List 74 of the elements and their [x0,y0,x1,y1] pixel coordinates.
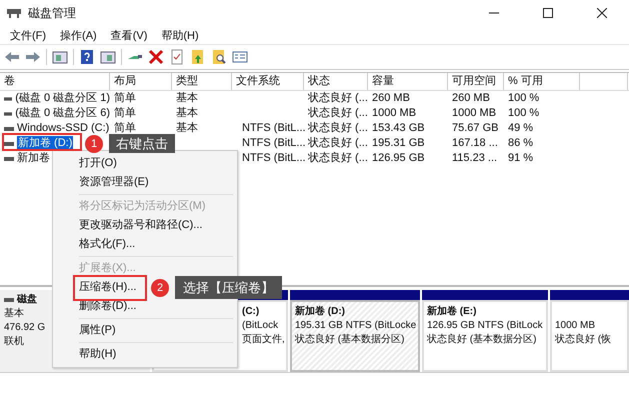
table-cell: 260 MB [452,91,490,106]
menu-item[interactable]: 资源管理器(E) [79,173,149,192]
volume-name[interactable]: (磁盘 0 磁盘分区 6) [15,106,110,121]
menu-item[interactable]: 格式化(F)... [79,235,136,254]
table-cell: 基本 [176,121,198,136]
disk-detail: 476.92 G [4,321,46,335]
table-cell: 简单 [114,91,136,106]
column-header[interactable]: % 可用 [504,73,580,90]
callout-tooltip: 选择【压缩卷】 [175,276,282,299]
partition-block[interactable]: 1000 MB 状态良好 (恢 [550,300,629,372]
table-cell: 简单 [114,106,136,121]
menu-item[interactable]: 文件(F) [6,28,56,42]
menu-item[interactable]: 操作(A) [56,28,107,42]
partition-text: 1000 MB [555,319,596,333]
partition-block[interactable]: 新加卷 (D:) 195.31 GB NTFS (BitLocke 状态良好 (基本数据分区) [290,300,420,372]
column-header[interactable]: 可用空间 [448,73,504,90]
table-cell: 195.31 GB [372,136,425,151]
table-cell: 状态良好 (... [308,121,368,136]
table-cell: 260 MB [372,91,410,106]
partition-text: 新加卷 (E:) [427,305,476,319]
partition-text: 状态良好 (基本数据分区) [427,333,536,347]
table-cell: 状态良好 (... [308,106,368,121]
volume-name[interactable]: 新加卷 [17,151,50,166]
menu-item[interactable]: 帮助(H) [157,28,209,42]
table-cell: NTFS (BitL... [242,151,306,166]
partition-text: (BitLock [242,319,278,333]
table-cell: NTFS (BitL... [242,121,306,136]
disk-detail: 基本 [4,307,24,321]
table-cell: 100 % [508,91,540,106]
partition-text: 新加卷 (D:) [295,305,345,319]
table-cell: 49 % [508,121,534,136]
menu-item[interactable]: 帮助(H) [79,345,116,364]
partition-text: 126.95 GB NTFS (BitLock [427,319,543,333]
column-header[interactable]: 卷 [0,73,110,90]
partition-text: 页面文件, [242,333,285,347]
volume-name[interactable]: Windows-SSD (C:) [17,121,110,136]
table-cell: 91 % [508,151,534,166]
table-cell: 153.43 GB [372,121,425,136]
table-cell: 1000 MB [372,106,416,121]
table-cell: 75.67 GB [452,121,498,136]
menu-item[interactable]: 更改驱动器号和路径(C)... [79,216,202,235]
callout-tooltip: 右键点击 [109,134,175,153]
column-header[interactable]: 布局 [110,73,172,90]
table-cell: NTFS (BitL... [242,136,306,151]
disk-detail: 联机 [4,335,24,349]
partition-text: 状态良好 (恢 [555,333,612,347]
column-header[interactable]: 文件系统 [232,73,304,90]
column-header[interactable]: 状态 [304,73,368,90]
partition-text: 状态良好 (基本数据分区) [295,333,404,347]
menu-item[interactable]: 查看(V) [106,28,158,42]
volume-name[interactable]: (磁盘 0 磁盘分区 1) [15,91,110,106]
table-cell: 115.23 ... [452,151,498,166]
table-cell: 167.18 ... [452,136,498,151]
menu-item[interactable]: 属性(P) [79,321,116,340]
partition-block[interactable]: 新加卷 (E:) 126.95 GB NTFS (BitLock 状态良好 (基本数据分区) [422,300,548,372]
table-cell: 1000 MB [452,106,496,121]
menu-item[interactable]: 打开(O) [79,154,117,173]
step-number-badge: 1 [85,134,103,152]
column-header[interactable]: 类型 [172,73,232,90]
column-header[interactable]: 容量 [368,73,448,90]
partition-text: (C:) [242,305,260,319]
menu-item[interactable]: 压缩卷(H)... [79,278,136,297]
table-cell: 126.95 GB [372,151,425,166]
disk-name: 磁盘 [17,293,37,307]
window-title: 磁盘管理 [28,4,76,22]
table-cell: 基本 [176,106,198,121]
table-cell: 基本 [176,91,198,106]
table-cell: 100 % [508,106,540,121]
table-cell: 状态良好 (... [308,136,368,151]
table-cell: 简单 [114,121,136,136]
table-cell: 86 % [508,136,534,151]
table-cell: 状态良好 (... [308,151,368,166]
table-cell: 状态良好 (... [308,91,368,106]
partition-text: 195.31 GB NTFS (BitLocke [295,319,416,333]
